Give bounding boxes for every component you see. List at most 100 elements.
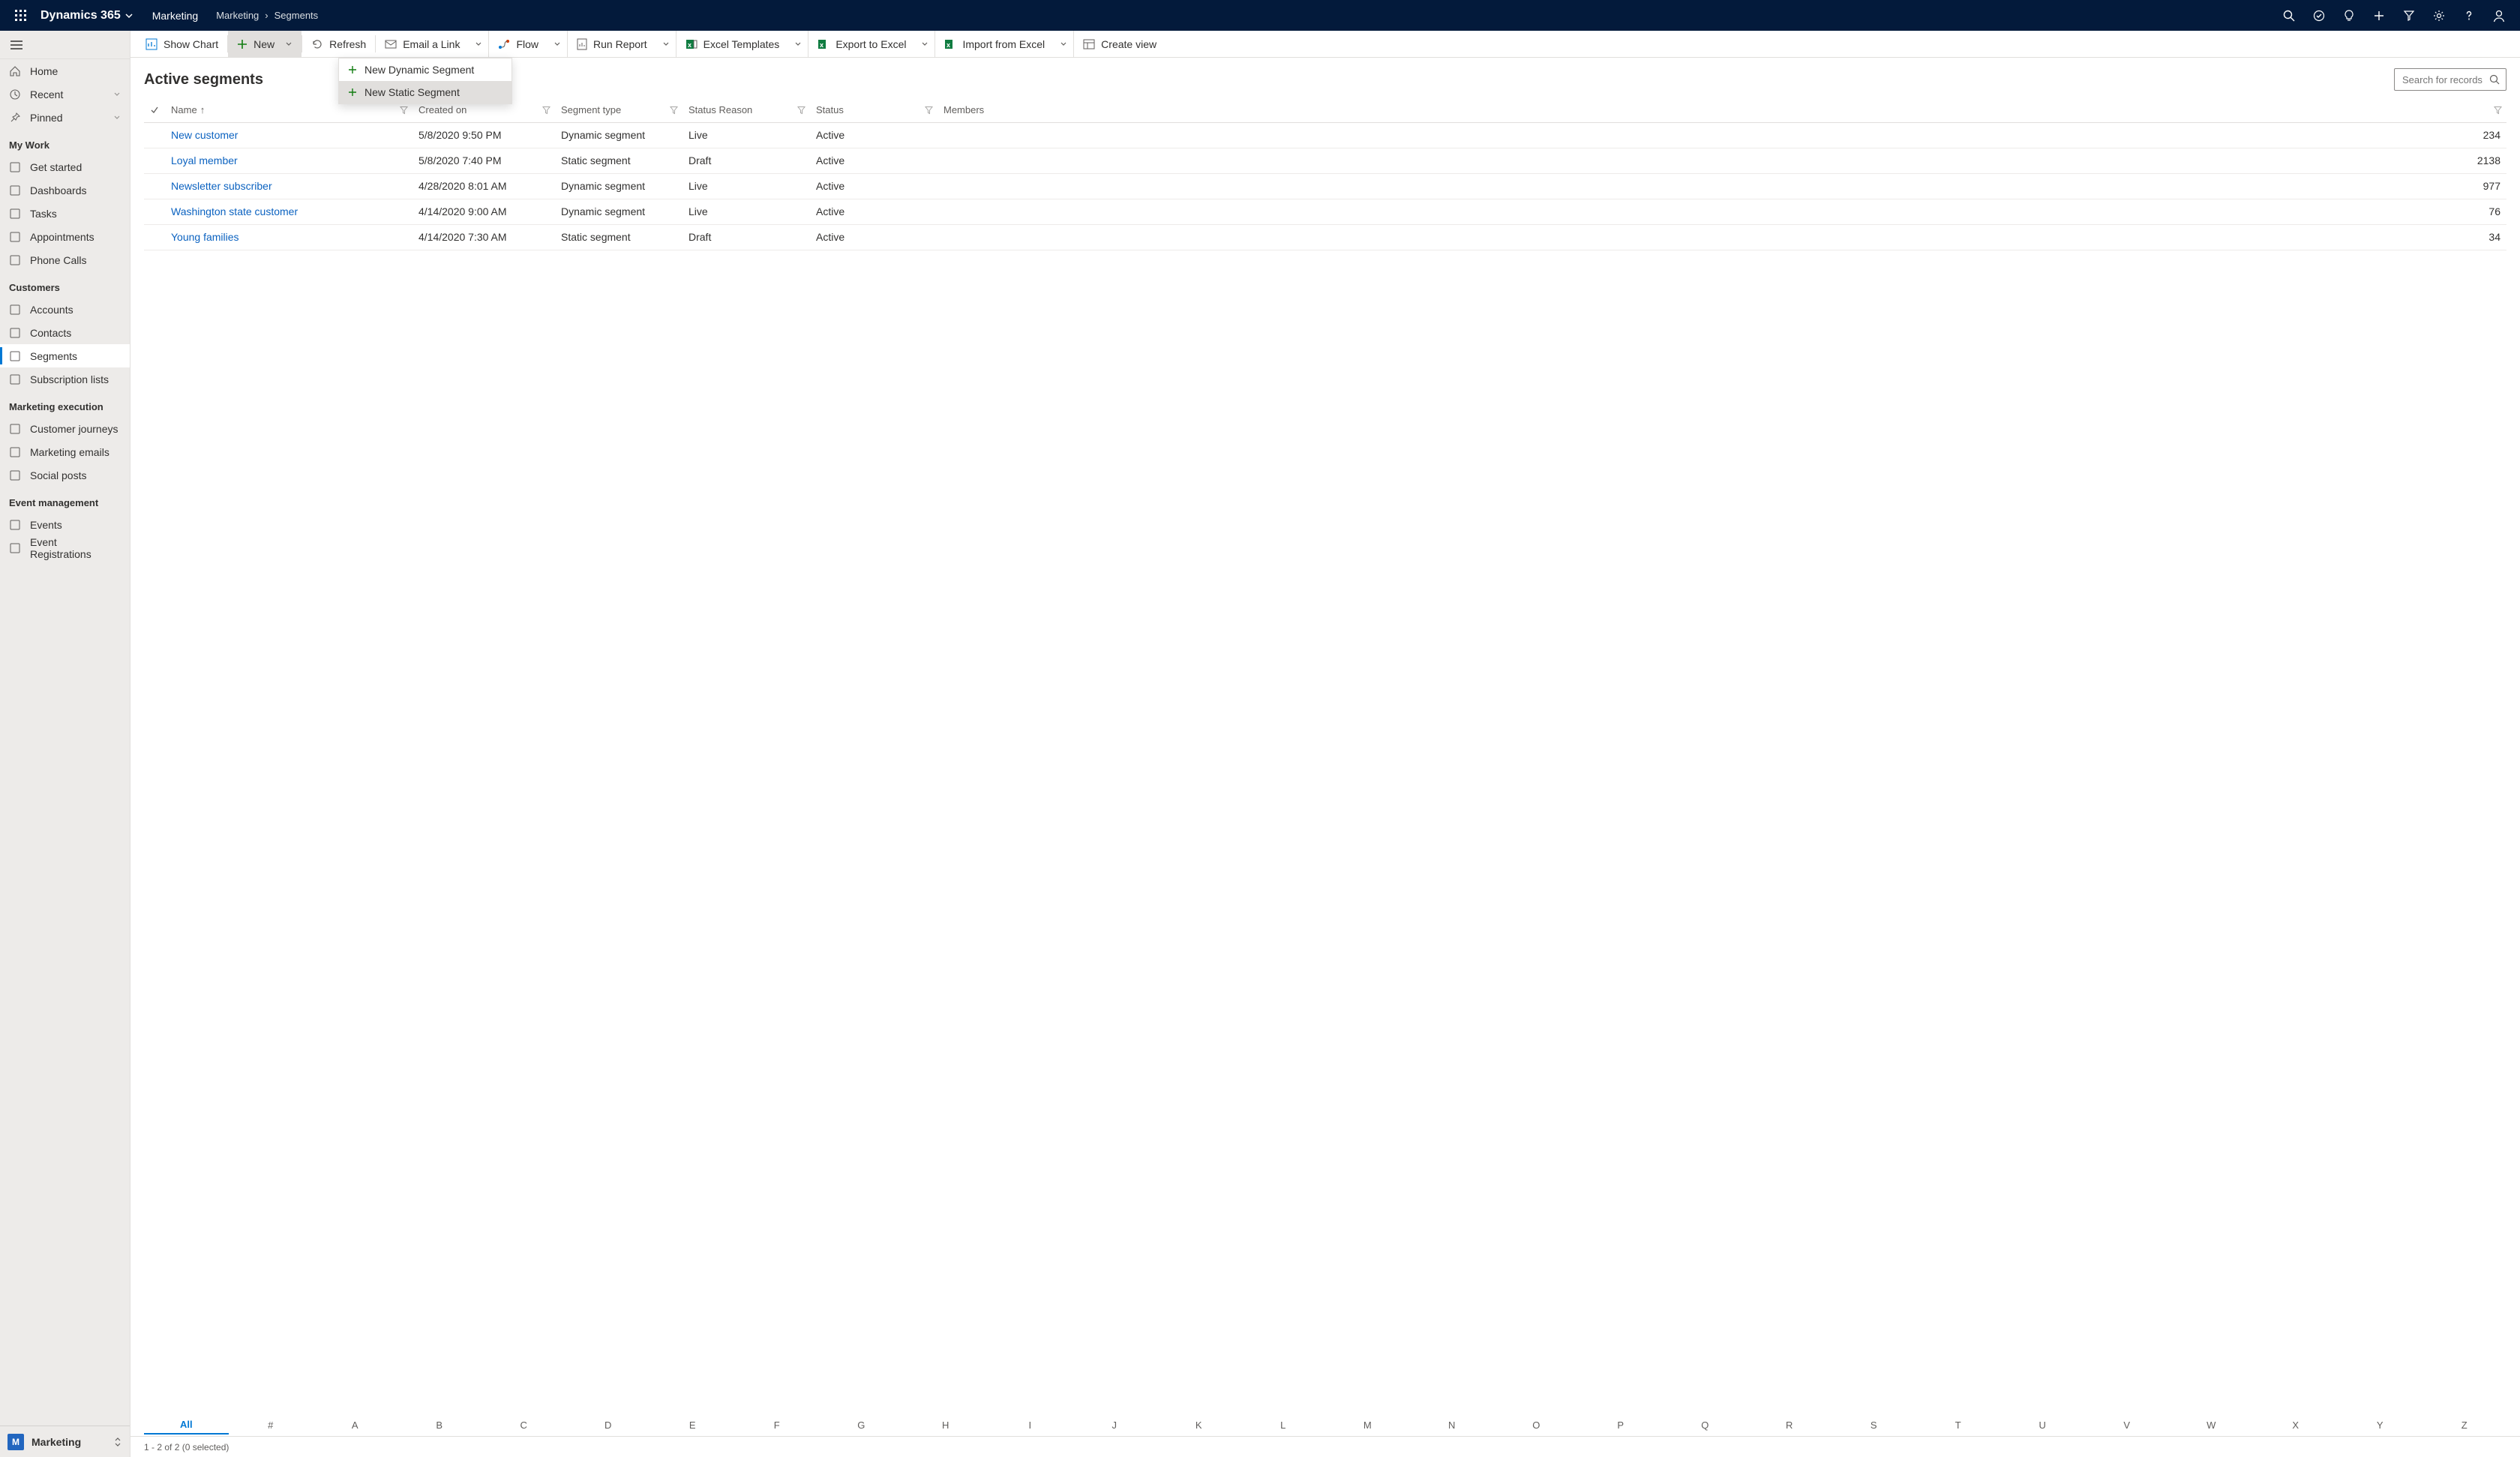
- breadcrumb-root[interactable]: Marketing: [216, 10, 259, 21]
- filter-icon[interactable]: [670, 106, 678, 114]
- app-launcher-button[interactable]: [6, 10, 36, 22]
- nav-subscription-lists[interactable]: Subscription lists: [0, 367, 130, 391]
- account-button[interactable]: [2484, 1, 2514, 31]
- nav-event-registrations[interactable]: Event Registrations: [0, 536, 130, 559]
- filter-icon[interactable]: [542, 106, 550, 114]
- search-button[interactable]: [2274, 1, 2304, 31]
- az-filter-E[interactable]: E: [650, 1417, 735, 1434]
- run-report-button[interactable]: Run Report: [568, 31, 656, 57]
- az-filter-#[interactable]: #: [229, 1417, 314, 1434]
- az-filter-O[interactable]: O: [1494, 1417, 1579, 1434]
- az-filter-P[interactable]: P: [1579, 1417, 1664, 1434]
- az-filter-C[interactable]: C: [482, 1417, 566, 1434]
- az-filter-S[interactable]: S: [1832, 1417, 1916, 1434]
- col-status[interactable]: Status: [810, 98, 938, 122]
- az-filter-M[interactable]: M: [1325, 1417, 1410, 1434]
- show-chart-button[interactable]: Show Chart: [136, 31, 227, 57]
- az-filter-G[interactable]: G: [819, 1417, 904, 1434]
- az-filter-B[interactable]: B: [398, 1417, 482, 1434]
- nav-accounts[interactable]: Accounts: [0, 298, 130, 321]
- select-all-column[interactable]: [144, 98, 165, 122]
- az-filter-X[interactable]: X: [2254, 1417, 2338, 1434]
- az-filter-H[interactable]: H: [904, 1417, 988, 1434]
- refresh-button[interactable]: Refresh: [302, 31, 375, 57]
- table-row[interactable]: Newsletter subscriber4/28/2020 8:01 AMDy…: [144, 173, 2506, 199]
- export-excel-button[interactable]: x Export to Excel: [808, 31, 915, 57]
- collapse-nav-button[interactable]: [0, 31, 130, 59]
- nav-recent[interactable]: Recent: [0, 82, 130, 106]
- segment-link[interactable]: Washington state customer: [171, 205, 298, 217]
- filter-icon[interactable]: [925, 106, 933, 114]
- export-excel-split[interactable]: [915, 31, 935, 57]
- search-records-box[interactable]: [2394, 68, 2506, 91]
- segment-link[interactable]: Newsletter subscriber: [171, 180, 272, 192]
- new-static-segment-item[interactable]: New Static Segment: [339, 81, 512, 103]
- nav-marketing-emails[interactable]: Marketing emails: [0, 440, 130, 463]
- az-filter-All[interactable]: All: [144, 1416, 229, 1435]
- new-dynamic-segment-item[interactable]: New Dynamic Segment: [339, 58, 512, 81]
- table-row[interactable]: New customer5/8/2020 9:50 PMDynamic segm…: [144, 122, 2506, 148]
- new-button[interactable]: New: [228, 31, 302, 57]
- run-report-split[interactable]: [656, 31, 676, 57]
- nav-get-started[interactable]: Get started: [0, 155, 130, 178]
- az-filter-F[interactable]: F: [735, 1417, 820, 1434]
- table-row[interactable]: Washington state customer4/14/2020 9:00 …: [144, 199, 2506, 224]
- table-row[interactable]: Young families4/14/2020 7:30 AMStatic se…: [144, 224, 2506, 250]
- nav-pinned[interactable]: Pinned: [0, 106, 130, 129]
- nav-tasks[interactable]: Tasks: [0, 202, 130, 225]
- az-filter-Z[interactable]: Z: [2422, 1417, 2507, 1434]
- nav-social-posts[interactable]: Social posts: [0, 463, 130, 487]
- nav-contacts[interactable]: Contacts: [0, 321, 130, 344]
- az-filter-J[interactable]: J: [1072, 1417, 1157, 1434]
- nav-customer-journeys[interactable]: Customer journeys: [0, 417, 130, 440]
- task-flow-button[interactable]: [2304, 1, 2334, 31]
- assistant-button[interactable]: [2334, 1, 2364, 31]
- az-filter-I[interactable]: I: [988, 1417, 1072, 1434]
- az-filter-R[interactable]: R: [1748, 1417, 1832, 1434]
- filter-icon[interactable]: [2494, 106, 2502, 114]
- table-row[interactable]: Loyal member5/8/2020 7:40 PMStatic segme…: [144, 148, 2506, 173]
- segment-link[interactable]: Young families: [171, 231, 239, 243]
- az-filter-A[interactable]: A: [313, 1417, 398, 1434]
- az-filter-T[interactable]: T: [1916, 1417, 2001, 1434]
- breadcrumb-leaf[interactable]: Segments: [274, 10, 319, 21]
- filter-icon[interactable]: [400, 106, 408, 114]
- excel-templates-split[interactable]: [788, 31, 808, 57]
- nav-dashboards[interactable]: Dashboards: [0, 178, 130, 202]
- az-filter-U[interactable]: U: [2000, 1417, 2085, 1434]
- segment-link[interactable]: Loyal member: [171, 154, 238, 166]
- az-filter-W[interactable]: W: [2169, 1417, 2254, 1434]
- area-switcher[interactable]: M Marketing: [0, 1426, 130, 1457]
- col-type[interactable]: Segment type: [555, 98, 682, 122]
- az-filter-Q[interactable]: Q: [1663, 1417, 1748, 1434]
- import-excel-split[interactable]: [1054, 31, 1074, 57]
- col-reason[interactable]: Status Reason: [682, 98, 810, 122]
- az-filter-L[interactable]: L: [1241, 1417, 1326, 1434]
- help-button[interactable]: [2454, 1, 2484, 31]
- col-members[interactable]: Members: [938, 98, 2506, 122]
- search-input[interactable]: [2401, 73, 2485, 86]
- az-filter-V[interactable]: V: [2085, 1417, 2170, 1434]
- nav-appointments[interactable]: Appointments: [0, 225, 130, 248]
- advanced-find-button[interactable]: [2394, 1, 2424, 31]
- create-view-button[interactable]: Create view: [1074, 31, 1166, 57]
- nav-home[interactable]: Home: [0, 59, 130, 82]
- email-link-split[interactable]: [469, 31, 489, 57]
- filter-icon[interactable]: [797, 106, 806, 114]
- excel-templates-button[interactable]: x Excel Templates: [676, 31, 789, 57]
- az-filter-Y[interactable]: Y: [2338, 1417, 2422, 1434]
- flow-split[interactable]: [548, 31, 568, 57]
- az-filter-N[interactable]: N: [1410, 1417, 1495, 1434]
- az-filter-K[interactable]: K: [1156, 1417, 1241, 1434]
- nav-events[interactable]: Events: [0, 513, 130, 536]
- segment-link[interactable]: New customer: [171, 129, 238, 141]
- settings-button[interactable]: [2424, 1, 2454, 31]
- az-filter-D[interactable]: D: [566, 1417, 651, 1434]
- email-link-button[interactable]: Email a Link: [376, 31, 469, 57]
- import-excel-button[interactable]: x Import from Excel: [935, 31, 1054, 57]
- nav-phone-calls[interactable]: Phone Calls: [0, 248, 130, 271]
- view-title[interactable]: Active segments: [144, 71, 263, 88]
- product-brand[interactable]: Dynamics 365: [40, 9, 133, 22]
- quick-create-button[interactable]: [2364, 1, 2394, 31]
- nav-segments[interactable]: Segments: [0, 344, 130, 367]
